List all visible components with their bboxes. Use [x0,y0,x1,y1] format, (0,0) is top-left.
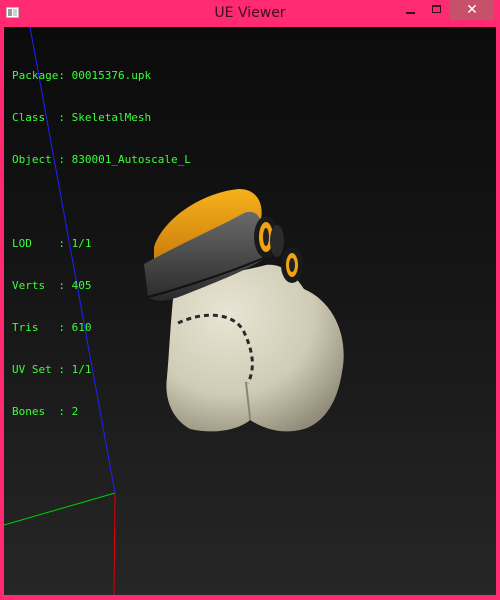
minimize-icon [406,12,415,14]
app-window: UE Viewer ✕ Package: 00015376.upk Class … [0,0,500,600]
info-value: 1/1 [71,363,92,376]
info-label: UV Set : [12,363,65,376]
info-label: Class : [12,111,65,124]
info-object: Object : 830001_Autoscale_L [12,153,191,167]
info-value: 610 [71,321,92,334]
axis-y-line [4,492,116,526]
info-package: Package: 00015376.upk [12,69,191,83]
info-value: 00015376.upk [71,69,152,82]
info-value: 830001_Autoscale_L [71,153,191,166]
close-icon: ✕ [466,2,478,18]
info-label: Bones : [12,405,65,418]
info-bones: Bones : 2 [12,405,191,419]
info-label: Verts : [12,279,65,292]
info-label: LOD : [12,237,65,250]
info-value: 2 [71,405,79,418]
info-label: Tris : [12,321,65,334]
maximize-button[interactable] [424,0,450,20]
axis-x-line [113,492,116,595]
info-tris: Tris : 610 [12,321,191,335]
info-label: Object : [12,153,65,166]
maximize-icon [432,5,441,13]
info-class: Class : SkeletalMesh [12,111,191,125]
info-label: Package: [12,69,65,82]
minimize-button[interactable] [398,0,424,20]
info-spacer [12,195,191,209]
title-bar[interactable]: UE Viewer ✕ [0,0,500,27]
close-button[interactable]: ✕ [450,0,494,20]
info-value: 1/1 [71,237,92,250]
mesh-info-panel: Package: 00015376.upk Class : SkeletalMe… [12,41,191,447]
info-uvset: UV Set : 1/1 [12,363,191,377]
info-value: SkeletalMesh [71,111,152,124]
info-lod: LOD : 1/1 [12,237,191,251]
3d-viewport[interactable]: Package: 00015376.upk Class : SkeletalMe… [4,27,496,595]
info-value: 405 [71,279,92,292]
info-verts: Verts : 405 [12,279,191,293]
